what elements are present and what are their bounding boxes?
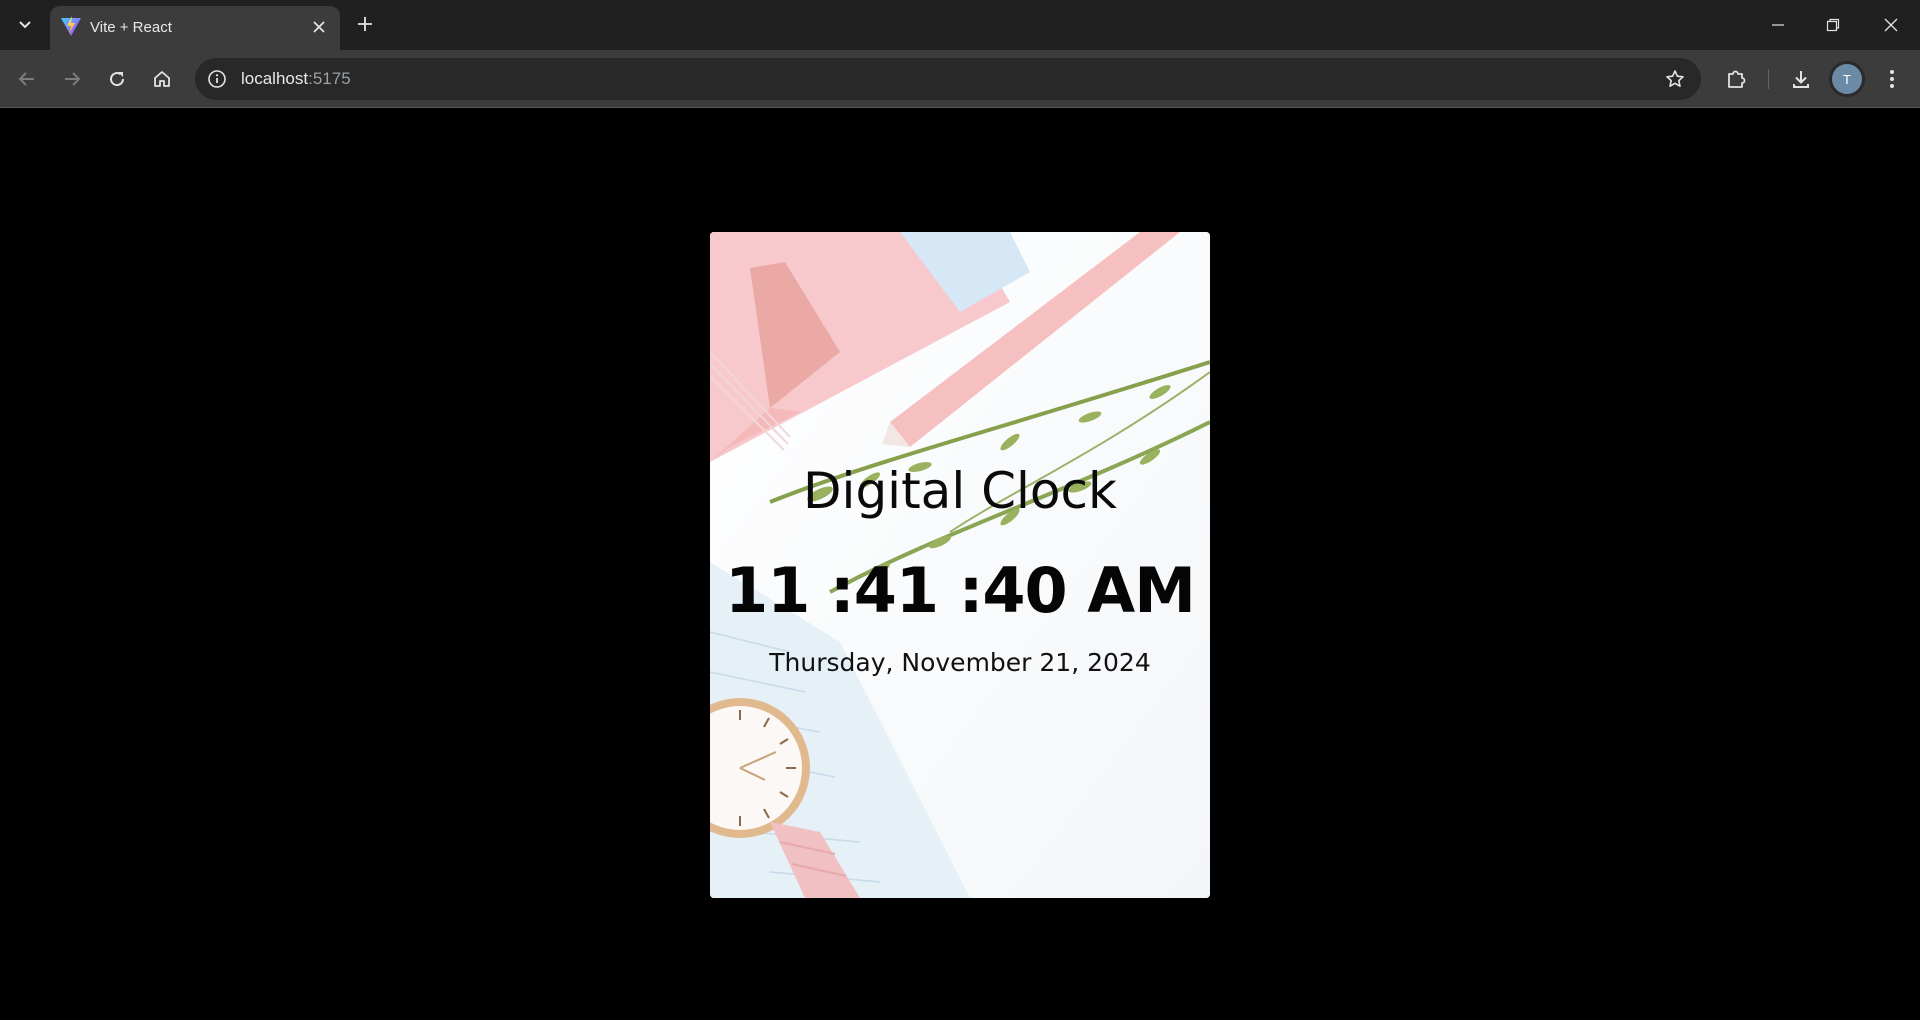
clock-date: Thursday, November 21, 2024	[769, 648, 1151, 677]
close-icon[interactable]	[308, 16, 330, 38]
clock-card: Digital Clock 11 :41 :40 AM Thursday, No…	[710, 232, 1210, 898]
clock-heading: Digital Clock	[803, 462, 1117, 520]
reload-icon[interactable]	[102, 64, 132, 94]
plus-icon[interactable]	[353, 12, 377, 36]
active-tab[interactable]: Vite + React	[50, 6, 340, 50]
toolbar-separator	[1768, 69, 1769, 89]
kebab-menu-icon[interactable]	[1877, 64, 1907, 94]
page-viewport: Digital Clock 11 :41 :40 AM Thursday, No…	[0, 109, 1920, 1020]
url-host: localhost	[241, 69, 309, 88]
browser-toolbar: localhost:5175 T	[0, 50, 1920, 108]
minimize-icon[interactable]	[1763, 10, 1793, 40]
clock-time: 11 :41 :40 AM	[725, 554, 1196, 627]
extensions-icon[interactable]	[1721, 64, 1751, 94]
site-info-icon[interactable]	[205, 67, 229, 91]
address-bar[interactable]: localhost:5175	[195, 58, 1701, 100]
url-port: :5175	[308, 69, 351, 88]
profile-avatar[interactable]: T	[1832, 64, 1862, 94]
restore-icon[interactable]	[1818, 10, 1848, 40]
home-icon[interactable]	[147, 64, 177, 94]
tab-search-icon[interactable]	[12, 13, 38, 37]
url-text[interactable]: localhost:5175	[241, 69, 351, 89]
back-arrow-icon[interactable]	[12, 64, 42, 94]
bookmark-star-icon[interactable]	[1663, 67, 1687, 91]
forward-arrow-icon[interactable]	[57, 64, 87, 94]
download-icon[interactable]	[1786, 64, 1816, 94]
vite-logo-icon	[60, 15, 82, 37]
tab-strip: Vite + React	[0, 0, 1920, 50]
tab-title: Vite + React	[90, 19, 172, 36]
close-window-icon[interactable]	[1876, 10, 1906, 40]
